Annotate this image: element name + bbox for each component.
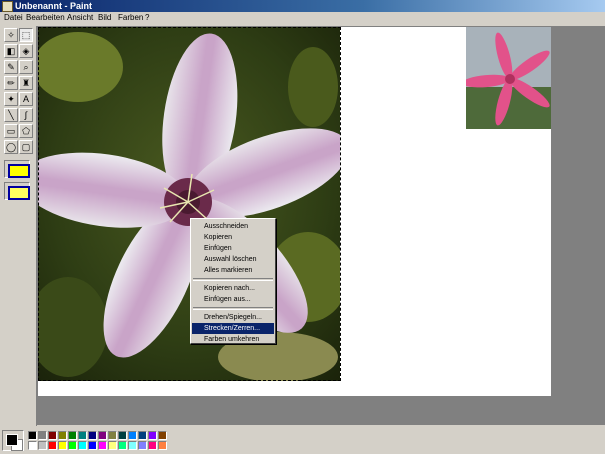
text-tool-button[interactable]: A (19, 92, 33, 106)
window-title: Unbenannt - Paint (15, 1, 92, 11)
tool-box: ✧ ⬚ ◧ ◈ ✎ ⌕ ✏ ♜ ✦ A ╲ ∫ ▭ ⬠ ◯ ▢ (0, 26, 37, 426)
tool-option-transparent[interactable] (4, 182, 30, 200)
rounded-rect-tool-button[interactable]: ▢ (19, 140, 33, 154)
palette-swatch[interactable] (38, 441, 47, 450)
palette-swatch[interactable] (58, 431, 67, 440)
palette-swatch[interactable] (28, 431, 37, 440)
context-menu-item[interactable]: Einfügen aus... (192, 294, 274, 305)
pick-color-icon: ✎ (7, 61, 15, 72)
context-menu: Ausschneiden Kopieren Einfügen Auswahl lösc… (190, 218, 276, 344)
palette-swatch[interactable] (78, 431, 87, 440)
palette-swatch[interactable] (38, 431, 47, 440)
context-menu-item[interactable]: Farben umkehren (192, 334, 274, 345)
context-menu-item[interactable]: Kopieren nach... (192, 283, 274, 294)
palette-swatch[interactable] (138, 441, 147, 450)
ellipse-tool-button[interactable]: ◯ (4, 140, 18, 154)
brush-tool-button[interactable]: ♜ (19, 76, 33, 90)
menu-separator (193, 307, 273, 310)
palette-swatch[interactable] (158, 441, 167, 450)
paint-app-icon[interactable] (2, 1, 13, 12)
palette-swatch[interactable] (118, 441, 127, 450)
ellipse-icon: ◯ (5, 141, 17, 152)
line-tool-button[interactable]: ╲ (4, 108, 18, 122)
context-menu-item[interactable]: Kopieren (192, 232, 274, 243)
context-menu-item[interactable]: Auswahl löschen (192, 254, 274, 265)
palette-swatch[interactable] (68, 441, 77, 450)
lily-image (466, 27, 551, 129)
palette-swatch[interactable] (28, 441, 37, 450)
palette-swatch[interactable] (108, 431, 117, 440)
magnifier-tool-button[interactable]: ⌕ (19, 60, 33, 74)
magnifier-icon: ⌕ (23, 61, 29, 72)
pick-color-tool-button[interactable]: ✎ (4, 60, 18, 74)
rounded-rect-icon: ▢ (21, 141, 31, 152)
menu-datei[interactable]: Datei (4, 12, 23, 24)
palette-swatch[interactable] (108, 441, 117, 450)
context-menu-item[interactable]: Ausschneiden (192, 221, 274, 232)
eraser-tool-button[interactable]: ◧ (4, 44, 18, 58)
rect-select-icon: ⬚ (21, 29, 31, 40)
palette-swatch[interactable] (98, 431, 107, 440)
palette-swatch[interactable] (78, 441, 87, 450)
current-colors[interactable] (2, 430, 24, 451)
palette-swatch[interactable] (88, 431, 97, 440)
airbrush-icon: ✦ (7, 93, 15, 104)
context-menu-item[interactable]: Drehen/Spiegeln... (192, 312, 274, 323)
palette-swatch[interactable] (148, 441, 157, 450)
context-menu-item[interactable]: Strecken/Zerren... (192, 323, 274, 334)
menu-bearbeiten[interactable]: Bearbeiten (26, 12, 65, 24)
curve-icon: ∫ (24, 109, 28, 120)
palette-swatch[interactable] (58, 441, 67, 450)
palette-swatch[interactable] (138, 431, 147, 440)
polygon-icon: ⬠ (22, 125, 30, 136)
palette-swatch[interactable] (48, 431, 57, 440)
menu-farben[interactable]: Farben (118, 12, 143, 24)
lily-photo[interactable] (466, 27, 551, 129)
palette-swatch[interactable] (48, 441, 57, 450)
eraser-icon: ◧ (6, 45, 16, 56)
fill-bucket-icon: ◈ (22, 45, 30, 56)
menu-bar: Datei Bearbeiten Ansicht Bild Farben ? (0, 12, 605, 24)
menu-separator (193, 278, 273, 281)
context-menu-item[interactable]: Alles markieren (192, 265, 274, 276)
pencil-tool-button[interactable]: ✏ (4, 76, 18, 90)
palette-swatch[interactable] (68, 431, 77, 440)
menu-help[interactable]: ? (145, 12, 149, 24)
rectangle-tool-button[interactable]: ▭ (4, 124, 18, 138)
palette-swatch[interactable] (98, 441, 107, 450)
fill-bucket-tool-button[interactable]: ◈ (19, 44, 33, 58)
palette-swatch[interactable] (128, 431, 137, 440)
rect-select-tool-button[interactable]: ⬚ (19, 28, 33, 42)
palette-swatch[interactable] (118, 431, 127, 440)
palette-swatch[interactable] (148, 431, 157, 440)
palette-swatch[interactable] (88, 441, 97, 450)
context-menu-item[interactable]: Einfügen (192, 243, 274, 254)
airbrush-tool-button[interactable]: ✦ (4, 92, 18, 106)
line-icon: ╲ (8, 109, 14, 120)
curve-tool-button[interactable]: ∫ (19, 108, 33, 122)
palette-swatch[interactable] (128, 441, 137, 450)
menu-bild[interactable]: Bild (98, 12, 111, 24)
title-bar: Unbenannt - Paint (0, 0, 605, 12)
brush-icon: ♜ (21, 77, 31, 88)
text-icon: A (22, 93, 29, 104)
menu-ansicht[interactable]: Ansicht (67, 12, 93, 24)
rectangle-icon: ▭ (6, 125, 16, 136)
free-form-select-icon: ✧ (7, 29, 15, 40)
tool-option-opaque[interactable] (4, 160, 30, 178)
polygon-tool-button[interactable]: ⬠ (19, 124, 33, 138)
palette-swatch[interactable] (158, 431, 167, 440)
foreground-color[interactable] (6, 434, 18, 446)
pencil-icon: ✏ (7, 77, 15, 88)
free-form-select-tool-button[interactable]: ✧ (4, 28, 18, 42)
color-box (0, 426, 605, 454)
